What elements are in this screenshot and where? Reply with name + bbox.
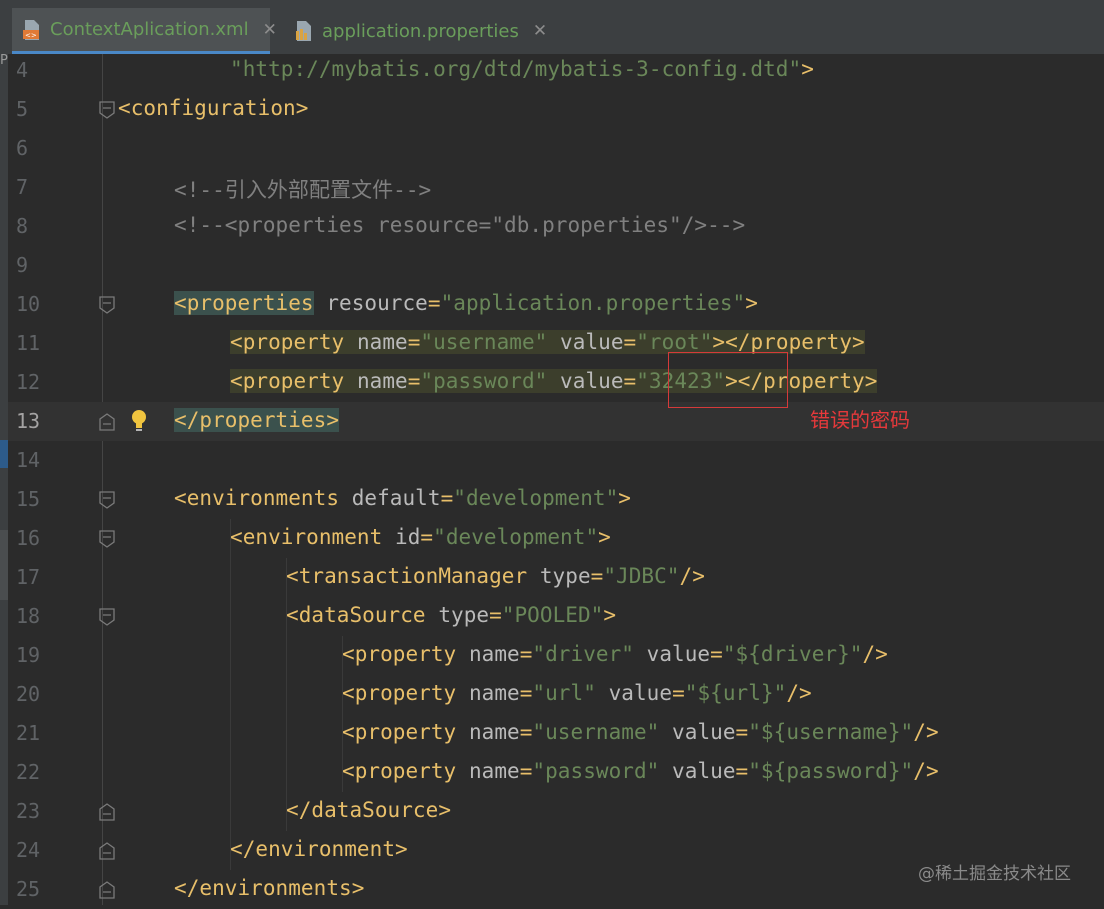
line-number: 21 xyxy=(16,721,41,745)
fold-open-icon[interactable] xyxy=(99,296,115,314)
code-text: <environment id="development"> xyxy=(230,525,611,549)
code-line[interactable]: 4 "http://mybatis.org/dtd/mybatis-3-confi… xyxy=(8,51,1104,90)
line-number: 23 xyxy=(16,799,41,823)
line-number: 8 xyxy=(16,214,29,238)
code-text: <dataSource type="POOLED"> xyxy=(286,603,617,627)
code-line[interactable]: 11 <property name="username" value="root"… xyxy=(8,324,1104,363)
tab-context-aplication-xml[interactable]: <> ContextAplication.xml ✕ xyxy=(12,8,277,54)
code-line[interactable]: 8 <!--<properties resource="db.properties… xyxy=(8,207,1104,246)
fold-close-icon[interactable] xyxy=(99,413,115,431)
svg-text:<>: <> xyxy=(25,31,37,39)
line-number: 14 xyxy=(16,448,41,472)
properties-file-icon xyxy=(294,20,314,42)
code-line[interactable]: 7 <!--引入外部配置文件--> xyxy=(8,168,1104,207)
highlight-box xyxy=(668,352,788,408)
line-number: 15 xyxy=(16,487,41,511)
fold-close-icon[interactable] xyxy=(99,881,115,899)
fold-open-icon[interactable] xyxy=(99,530,115,548)
code-line[interactable]: 23 </dataSource> xyxy=(8,792,1104,831)
side-panel-block xyxy=(0,530,8,600)
line-number: 25 xyxy=(16,877,41,901)
fold-open-icon[interactable] xyxy=(99,608,115,626)
code-line[interactable]: 14 xyxy=(8,441,1104,480)
indent-guide xyxy=(230,519,231,870)
line-number: 20 xyxy=(16,682,41,706)
code-text: "http://mybatis.org/dtd/mybatis-3-config… xyxy=(230,57,814,81)
line-number: 5 xyxy=(16,97,29,121)
line-number: 6 xyxy=(16,136,29,160)
code-line[interactable]: 10 <properties resource="application.prop… xyxy=(8,285,1104,324)
fold-close-icon[interactable] xyxy=(99,803,115,821)
code-line[interactable]: 22 <property name="password" value="${pas… xyxy=(8,753,1104,792)
code-text: <transactionManager type="JDBC"/> xyxy=(286,564,705,588)
xml-file-icon: <> xyxy=(22,19,42,41)
code-line[interactable]: 13 </properties> xyxy=(8,402,1104,441)
close-icon[interactable]: ✕ xyxy=(533,21,547,41)
code-line[interactable]: 6 xyxy=(8,129,1104,168)
code-line[interactable]: 18 <dataSource type="POOLED"> xyxy=(8,597,1104,636)
line-number: 9 xyxy=(16,253,29,277)
side-selection-block xyxy=(0,440,8,468)
tab-label: application.properties xyxy=(322,20,519,42)
lightbulb-icon[interactable] xyxy=(129,408,149,434)
background-window-strip: P xyxy=(0,0,8,905)
code-text: <property name="url" value="${url}"/> xyxy=(342,681,812,705)
tab-label: ContextAplication.xml xyxy=(50,19,249,40)
line-number: 12 xyxy=(16,370,41,394)
fold-open-icon[interactable] xyxy=(99,491,115,509)
line-number: 13 xyxy=(16,409,41,433)
code-text: <!--引入外部配置文件--> xyxy=(174,178,432,202)
code-line[interactable]: 20 <property name="url" value="${url}"/> xyxy=(8,675,1104,714)
code-line[interactable]: 15 <environments default="development"> xyxy=(8,480,1104,519)
code-line[interactable]: 12 <property name="password" value="32423… xyxy=(8,363,1104,402)
code-text: <properties resource="application.proper… xyxy=(174,291,758,315)
side-fragment: P xyxy=(0,53,8,68)
code-text: </environment> xyxy=(230,837,408,861)
code-text: <property name="username" value="root"><… xyxy=(230,330,865,354)
close-icon[interactable]: ✕ xyxy=(263,20,277,40)
line-number: 11 xyxy=(16,331,41,355)
code-line[interactable]: 5 <configuration> xyxy=(8,90,1104,129)
line-number: 24 xyxy=(16,838,41,862)
indent-guide xyxy=(286,558,287,831)
line-number: 22 xyxy=(16,760,41,784)
code-text: <!--<properties resource="db.properties"… xyxy=(174,213,746,237)
annotation-label: 错误的密码 xyxy=(810,408,910,432)
line-number: 17 xyxy=(16,565,41,589)
line-number: 4 xyxy=(16,58,29,82)
code-text: </dataSource> xyxy=(286,798,452,822)
fold-close-icon[interactable] xyxy=(99,842,115,860)
code-text: </properties> xyxy=(174,408,340,432)
code-line[interactable]: 16 <environment id="development"> xyxy=(8,519,1104,558)
code-text: <property name="password" value="${passw… xyxy=(342,759,939,783)
code-line[interactable]: 17 <transactionManager type="JDBC"/> xyxy=(8,558,1104,597)
line-number: 16 xyxy=(16,526,41,550)
fold-open-icon[interactable] xyxy=(99,101,115,119)
line-number: 18 xyxy=(16,604,41,628)
line-number: 19 xyxy=(16,643,41,667)
line-number: 10 xyxy=(16,292,41,316)
code-line[interactable]: 21 <property name="username" value="${use… xyxy=(8,714,1104,753)
code-line[interactable]: 19 <property name="driver" value="${drive… xyxy=(8,636,1104,675)
code-text: <configuration> xyxy=(118,96,309,120)
code-line[interactable]: 9 xyxy=(8,246,1104,285)
watermark: @稀土掘金技术社区 xyxy=(918,864,1071,884)
code-text: <property name="driver" value="${driver}… xyxy=(342,642,888,666)
code-text: <environments default="development"> xyxy=(174,486,631,510)
tab-application-properties[interactable]: application.properties ✕ xyxy=(288,8,553,54)
code-editor[interactable]: 4 "http://mybatis.org/dtd/mybatis-3-confi… xyxy=(8,54,1104,905)
line-number: 7 xyxy=(16,175,29,199)
code-text: </environments> xyxy=(174,876,365,900)
indent-guide xyxy=(342,636,343,792)
editor-tab-bar: <> ContextAplication.xml ✕ application.p… xyxy=(8,0,1104,55)
code-text: <property name="username" value="${usern… xyxy=(342,720,939,744)
